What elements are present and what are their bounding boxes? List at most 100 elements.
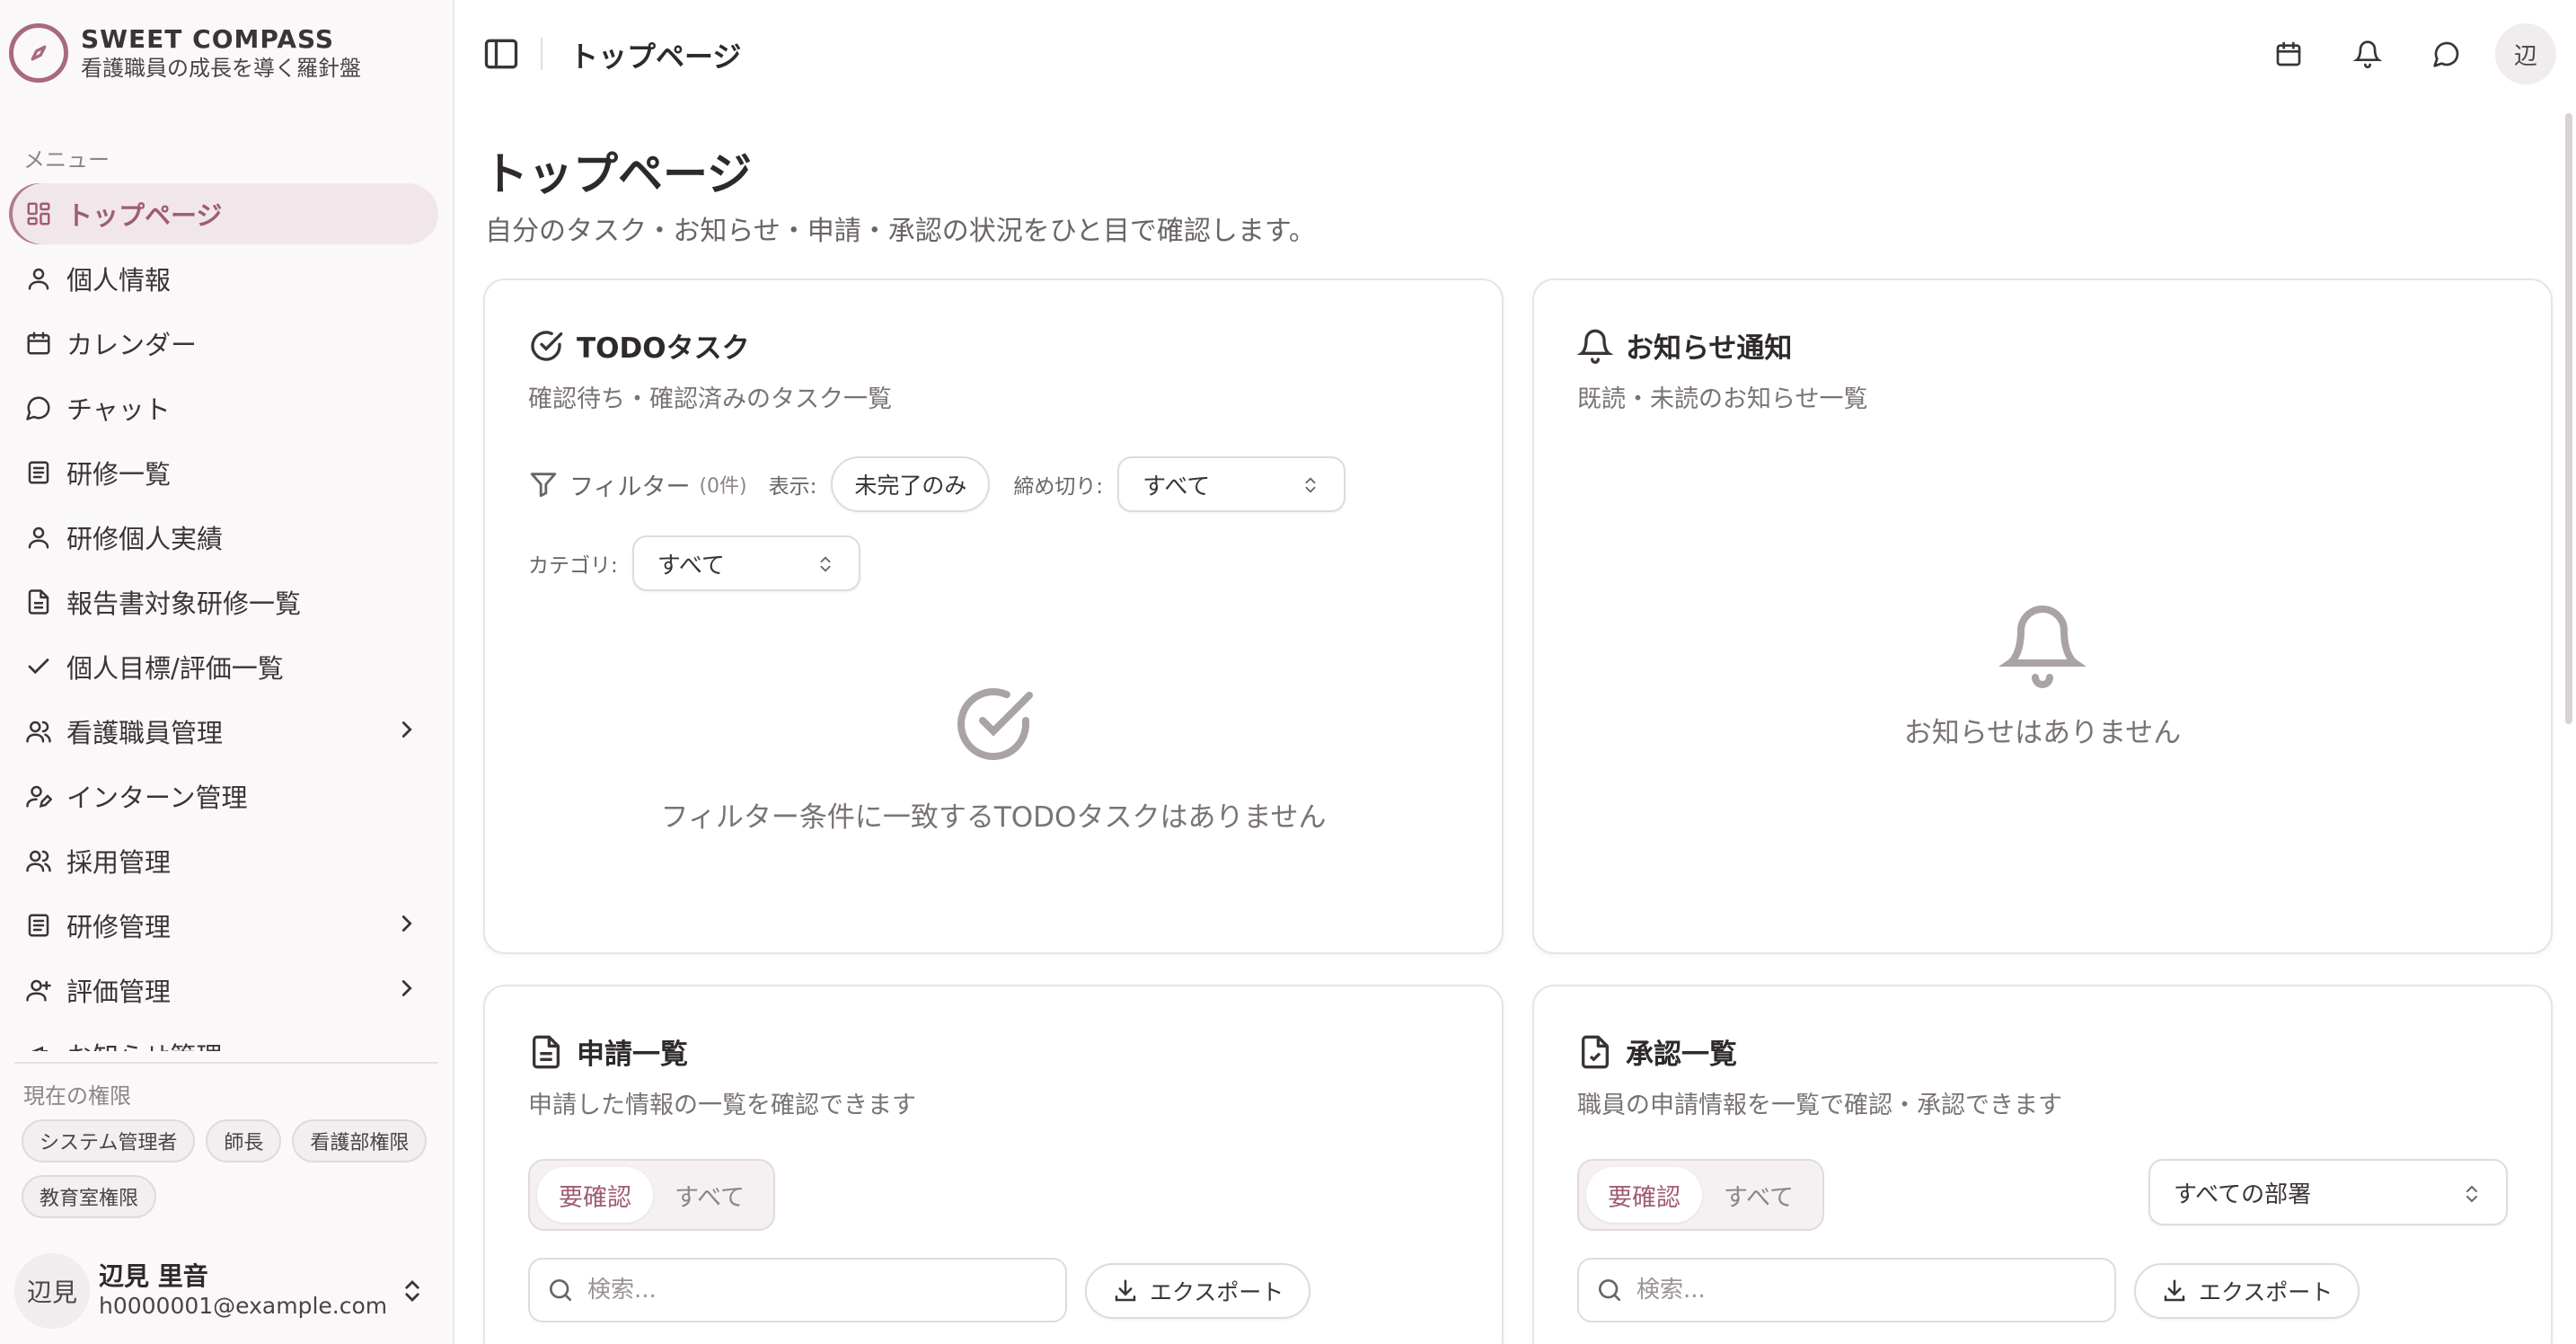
sidebar-item-label: 研修管理 [66,912,172,942]
display-filter-button[interactable]: 未完了のみ [831,456,991,512]
approvals-tabs: 要確認 すべて [1577,1159,1825,1231]
card-title: お知らせ通知 [1626,332,1793,365]
sidebar-item-label: 採用管理 [66,847,172,878]
sidebar-item-label: 評価管理 [66,977,172,1007]
sidebar: SWEET COMPASS 看護職員の成長を導く羅針盤 メニュー トップページ … [0,0,454,1344]
user-email: h0000001@example.com [99,1293,388,1319]
sidebar-item-personal-info[interactable]: 個人情報 [9,248,438,309]
sidebar-item-calendar[interactable]: カレンダー [9,313,438,374]
notice-card: お知らせ通知 既読・未読のお知らせ一覧 お知らせはありません [1532,279,2553,954]
search-input[interactable] [1636,1277,2104,1304]
sidebar-item-recruitment[interactable]: 採用管理 [9,830,438,891]
bell-icon[interactable] [2342,29,2393,79]
permission-badge: 教育室権限 [22,1175,157,1218]
document-icon [23,587,54,617]
search-icon [1595,1276,1624,1304]
user-pen-icon [23,781,54,811]
avatar[interactable]: 辺 [2495,23,2556,84]
tab-all[interactable]: すべて [1702,1167,1815,1223]
sidebar-item-label: インターン管理 [66,783,248,813]
top-header: トップページ 辺 [456,0,2576,106]
circle-check-icon [950,681,1037,767]
category-select-value: すべて [657,552,725,579]
display-label: 表示: [768,475,817,499]
sidebar-item-label: 研修個人実績 [66,524,224,554]
tab-required[interactable]: 要確認 [537,1167,653,1223]
sidebar-item-intern-management[interactable]: インターン管理 [9,765,438,827]
chevrons-up-down-icon [816,553,835,575]
card-subtitle: 既読・未読のお知らせ一覧 [1577,385,1868,413]
tab-required[interactable]: 要確認 [1586,1167,1702,1223]
tab-all[interactable]: すべて [653,1167,766,1223]
filter-label: フィルター [569,473,691,501]
sidebar-item-report-training[interactable]: 報告書対象研修一覧 [9,571,438,632]
calendar-icon [23,328,54,358]
permission-badges: システム管理者 師長 看護部権限 教育室権限 [22,1119,444,1218]
chat-icon [23,393,54,423]
export-button[interactable]: エクスポート [2134,1263,2360,1319]
users-icon [23,716,54,747]
export-button[interactable]: エクスポート [1085,1263,1311,1319]
filter-icon [528,469,559,500]
user-icon [23,263,54,294]
sidebar-nav: トップページ 個人情報 カレンダー チャット 研修一覧 研修個人実績 報告書対象… [9,183,438,1051]
sidebar-item-evaluation-management[interactable]: 評価管理 [9,959,438,1021]
sidebar-item-nurse-management[interactable]: 看護職員管理 [9,701,438,762]
category-label: カテゴリ: [528,554,618,578]
category-select[interactable]: すべて [631,535,860,591]
sidebar-toggle-icon[interactable] [481,34,521,74]
grid-icon [23,199,54,229]
sidebar-item-label: カレンダー [66,330,198,360]
check-icon [23,651,54,682]
user-menu[interactable]: 辺見 辺見 里音 h0000001@example.com [14,1251,444,1331]
sidebar-item-goals[interactable]: 個人目標/評価一覧 [9,636,438,697]
sidebar-item-training-record[interactable]: 研修個人実績 [9,507,438,568]
applications-card: 申請一覧 申請した情報の一覧を確認できます 要確認 すべて エクスポート [483,985,1504,1344]
brand[interactable]: SWEET COMPASS 看護職員の成長を導く羅針盤 [9,23,361,83]
card-title: 承認一覧 [1626,1039,1737,1071]
sidebar-item-label: 研修一覧 [66,459,172,490]
bell-icon [1577,328,1613,364]
compass-logo-icon [9,23,68,83]
filter-count: (0件) [699,475,747,498]
sidebar-item-label: 報告書対象研修一覧 [66,588,302,619]
book-icon [23,910,54,941]
header-title: トップページ [569,40,742,74]
search-input[interactable] [587,1277,1054,1304]
card-title: 申請一覧 [577,1039,688,1071]
category-filter-row: カテゴリ: すべて [528,535,860,591]
card-title: TODOタスク [577,332,750,365]
page-title: トップページ [483,148,752,200]
user-name: 辺見 里音 [99,1261,208,1291]
brand-subtitle: 看護職員の成長を導く羅針盤 [81,56,361,81]
chat-icon[interactable] [2422,29,2472,79]
scrollbar[interactable] [2565,113,2572,724]
todo-filter-row: フィルター (0件) 表示: 未完了のみ 締め切り: すべて [528,456,1346,512]
sidebar-item-top-page[interactable]: トップページ [9,183,438,244]
deadline-select-value: すべて [1142,473,1211,500]
empty-message: フィルター条件に一致するTODOタスクはありません [660,801,1327,834]
sidebar-item-label: 看護職員管理 [66,718,224,748]
applications-tabs: 要確認 すべて [528,1159,776,1231]
sidebar-item-chat[interactable]: チャット [9,377,438,438]
chevrons-up-down-icon[interactable] [399,1276,426,1306]
menu-label: メニュー [23,147,110,172]
book-icon [23,457,54,488]
sidebar-item-training-management[interactable]: 研修管理 [9,895,438,956]
permission-badge: システム管理者 [22,1119,196,1163]
notice-empty-state: お知らせはありません [1534,602,2551,750]
permission-badge: 看護部権限 [292,1119,428,1163]
export-label: エクスポート [1150,1279,1284,1305]
deadline-select[interactable]: すべて [1117,456,1346,512]
card-subtitle: 職員の申請情報を一覧で確認・承認できます [1577,1092,2062,1119]
sidebar-item-notice-management[interactable]: お知らせ管理 [9,1024,438,1051]
calendar-icon[interactable] [2263,29,2314,79]
department-select[interactable]: すべての部署 [2148,1159,2508,1225]
avatar: 辺見 [14,1253,90,1329]
circle-check-icon [528,328,564,364]
chevron-right-icon [393,910,420,937]
sidebar-divider [14,1062,438,1064]
sidebar-item-training-list[interactable]: 研修一覧 [9,442,438,503]
sidebar-item-label: 個人目標/評価一覧 [66,653,284,684]
bell-icon [1999,602,2086,688]
